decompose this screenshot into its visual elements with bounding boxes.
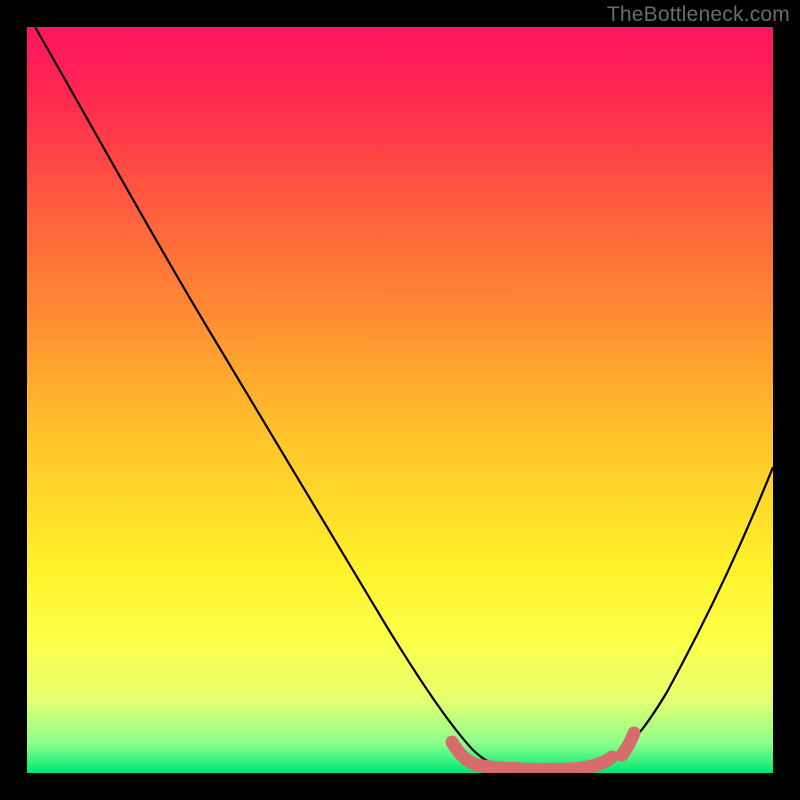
chart-frame: TheBottleneck.com	[0, 0, 800, 800]
curve-layer	[27, 27, 773, 773]
plot-area	[27, 27, 773, 773]
optimum-band	[452, 733, 634, 769]
watermark-text: TheBottleneck.com	[607, 3, 790, 27]
bottleneck-curve	[35, 27, 773, 769]
